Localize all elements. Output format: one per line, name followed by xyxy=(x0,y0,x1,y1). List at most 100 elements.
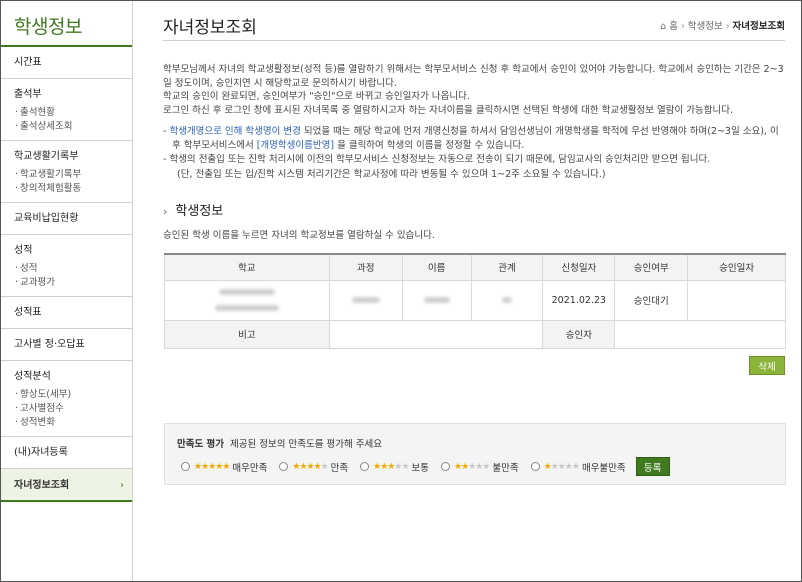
rating-option-satisfied[interactable]: ★★★★★ 만족 xyxy=(279,460,348,474)
home-icon[interactable]: ⌂ xyxy=(660,21,666,32)
sidebar-subitem-subject-eval[interactable]: 교과평가 xyxy=(15,276,132,290)
section-description: 승인된 학생 이름을 누르면 자녀의 학교정보를 열람하실 수 있습니다. xyxy=(163,230,435,241)
blurred-text xyxy=(351,296,380,303)
breadcrumb-current: 자녀정보조회 xyxy=(732,21,785,32)
sidebar-subitem-improvement[interactable]: 향상도(세부) xyxy=(15,388,132,402)
note-transfer: - 학생의 전출입 또는 진학 처리시에 이전의 학부모서비스 신청정보는 자동… xyxy=(163,154,711,165)
cell-apply-date: 2021.02.23 xyxy=(542,279,616,321)
page-title: 자녀정보조회 xyxy=(163,18,257,38)
blurred-text xyxy=(218,288,275,295)
remark-label: 비고 xyxy=(164,319,330,349)
chevron-right-icon: › xyxy=(163,205,168,218)
col-course: 과정 xyxy=(328,253,403,281)
student-table: 학교 과정 이름 관계 신청일자 승인여부 승인일자 2021.02.23 승인… xyxy=(164,253,786,349)
cell-name[interactable] xyxy=(401,279,472,321)
sidebar-subitem-school-record[interactable]: 학교생활기록부 xyxy=(15,168,132,182)
intro-line: 학부모님께서 자녀의 학교생활정보(성적 등)를 열람하기 위해서는 학부모서비… xyxy=(163,64,784,89)
radio-button[interactable] xyxy=(279,462,289,471)
sidebar-item-report-card[interactable]: 성적표 xyxy=(1,297,132,328)
intro-line: 로그인 하신 후 로그인 창에 표시된 자녀목록 중 열람하시고자 하는 자녀이… xyxy=(163,104,734,116)
rating-option-label: 매우불만족 xyxy=(581,462,626,474)
note-text: 을 클릭하여 학생의 이름을 정정할 수 있습니다. xyxy=(334,139,525,151)
remark-value xyxy=(328,319,544,349)
rename-apply-link[interactable]: [개명학생이름반영] xyxy=(257,140,334,151)
chevron-right-icon: › xyxy=(120,480,124,491)
approver-value xyxy=(614,319,786,349)
approver-label: 승인자 xyxy=(542,319,616,349)
sidebar-item-tuition[interactable]: 교육비납입현황 xyxy=(1,203,132,234)
blurred-text xyxy=(214,304,279,311)
table-header-row: 학교 과정 이름 관계 신청일자 승인여부 승인일자 xyxy=(164,253,786,281)
cell-approval-status: 승인대기 xyxy=(614,279,689,321)
rating-description: 제공된 정보의 만족도를 평가해 주세요 xyxy=(230,439,382,450)
rating-option-dissatisfied[interactable]: ★★★★★ 불만족 xyxy=(441,460,519,474)
col-name: 이름 xyxy=(401,253,472,281)
sidebar-item-timetable[interactable]: 시간표 xyxy=(1,47,132,78)
star-rating-icon: ★★★★★ xyxy=(292,461,328,472)
table-row: 비고 승인자 xyxy=(164,319,786,349)
section-title-text: 학생정보 xyxy=(175,204,224,219)
radio-button[interactable] xyxy=(530,462,540,471)
sidebar-item-label: 자녀정보조회 xyxy=(14,480,70,491)
star-rating-icon: ★★★★★ xyxy=(543,461,580,472)
sidebar-subitem-attendance-detail[interactable]: 출석상세조회 xyxy=(15,120,132,134)
page-header: 자녀정보조회 ⌂ 홈 › 학생정보 › 자녀정보조회 xyxy=(163,1,785,41)
col-school: 학교 xyxy=(164,253,330,281)
sidebar-subitem-grades[interactable]: 성적 xyxy=(15,262,132,276)
cell-school xyxy=(164,279,330,321)
rating-option-label: 불만족 xyxy=(492,462,519,474)
sidebar-title: 학생정보 xyxy=(1,1,132,47)
radio-button[interactable] xyxy=(181,462,190,471)
table-row: 2021.02.23 승인대기 xyxy=(164,279,786,321)
sidebar-item-child-info[interactable]: 자녀정보조회 › xyxy=(1,469,132,502)
section-title: › 학생정보 xyxy=(163,200,801,219)
rating-option-very-dissatisfied[interactable]: ★★★★★ 매우불만족 xyxy=(530,460,626,474)
sidebar-subitem-exam-scores[interactable]: 고사별점수 xyxy=(15,402,132,416)
radio-button[interactable] xyxy=(360,462,370,471)
sidebar-item-child-register[interactable]: (내)자녀등록 xyxy=(1,437,132,468)
star-rating-icon: ★★★★★ xyxy=(454,461,490,472)
sidebar-group: 출석부 출석현황 출석상세조회 xyxy=(1,79,132,141)
col-approval-date: 승인일자 xyxy=(687,253,786,281)
sidebar-group: 교육비납입현황 xyxy=(1,203,132,235)
sidebar-group: 시간표 xyxy=(1,47,132,79)
sidebar-group: (내)자녀등록 xyxy=(1,437,132,469)
sidebar-group: 고사별 정·오답표 xyxy=(1,329,132,361)
rating-header: 만족도 평가 제공된 정보의 만족도를 평가해 주세요 xyxy=(177,436,382,450)
sidebar-group: 학교생활기록부 학교생활기록부 창의적체험활동 xyxy=(1,141,132,203)
col-approval-status: 승인여부 xyxy=(614,253,689,281)
cell-approval-date xyxy=(687,279,786,321)
rename-link[interactable]: 학생개명으로 인해 학생명이 변경 xyxy=(169,126,300,137)
rating-option-very-satisfied[interactable]: ★★★★★ 매우만족 xyxy=(181,460,267,474)
rating-option-label: 보통 xyxy=(411,462,429,474)
sidebar-group: 성적 성적 교과평가 xyxy=(1,235,132,297)
star-rating-icon: ★★★★★ xyxy=(194,461,230,472)
col-apply-date: 신청일자 xyxy=(542,253,616,281)
note-transfer-detail: (단, 전출입 또는 입/진학 시스템 처리기간은 학교사정에 따라 변동될 수… xyxy=(177,168,606,180)
star-rating-icon: ★★★★★ xyxy=(373,461,409,472)
submit-rating-button[interactable]: 등록 xyxy=(635,457,670,476)
cell-course xyxy=(328,279,403,321)
sidebar-subitem-attendance-status[interactable]: 출석현황 xyxy=(15,106,132,120)
radio-button[interactable] xyxy=(441,462,450,471)
rating-title: 만족도 평가 xyxy=(177,439,225,450)
cell-relation xyxy=(470,279,544,321)
sidebar-group: 성적분석 향상도(세부) 고사별점수 성적변화 xyxy=(1,361,132,437)
blurred-text xyxy=(423,296,450,303)
rating-option-label: 만족 xyxy=(330,462,349,474)
breadcrumb-home[interactable]: 홈 xyxy=(669,21,678,32)
sidebar: 학생정보 시간표 출석부 출석현황 출석상세조회 학교생활기록부 학교생활기록부… xyxy=(1,1,132,581)
breadcrumb-student-info[interactable]: 학생정보 xyxy=(688,21,723,32)
rating-options: ★★★★★ 매우만족 ★★★★★ 만족 ★★★★★ 보통 ★★★★★ 불만족 ★… xyxy=(181,457,670,476)
breadcrumb: ⌂ 홈 › 학생정보 › 자녀정보조회 xyxy=(660,21,785,32)
rating-option-neutral[interactable]: ★★★★★ 보통 xyxy=(360,460,429,474)
sidebar-item-answer-sheet[interactable]: 고사별 정·오답표 xyxy=(1,329,132,360)
sidebar-subitem-grade-change[interactable]: 성적변화 xyxy=(15,416,132,430)
sidebar-subitem-creative-activities[interactable]: 창의적체험활동 xyxy=(15,182,132,196)
rating-option-label: 매우만족 xyxy=(232,462,268,474)
delete-button[interactable]: 삭제 xyxy=(749,356,785,375)
col-relation: 관계 xyxy=(470,253,544,281)
notes: - 학생개명으로 인해 학생명이 변경 되었을 때는 해당 학교에 먼저 개명신… xyxy=(163,125,785,181)
intro-line: 학교의 승인이 완료되면, 승인여부가 "승인"으로 바뀌고 승인일자가 나옵니… xyxy=(163,91,470,102)
satisfaction-rating: 만족도 평가 제공된 정보의 만족도를 평가해 주세요 ★★★★★ 매우만족 ★★… xyxy=(164,423,786,485)
